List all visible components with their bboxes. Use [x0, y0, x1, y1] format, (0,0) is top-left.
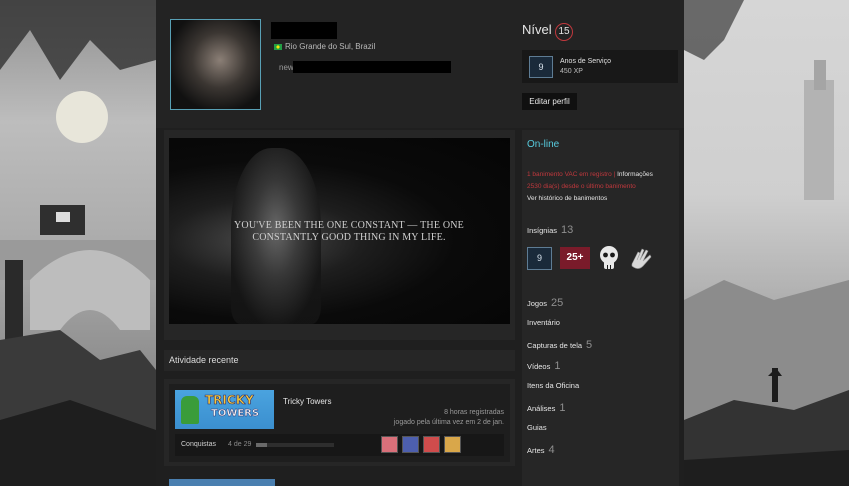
artwork-showcase: YOU'VE BEEN THE ONE CONSTANT — THE ONE C… [164, 130, 515, 340]
recent-activity: TRICKY TOWERS Tricky Towers 8 horas regi… [164, 379, 515, 466]
level-badge[interactable]: 15 [555, 23, 573, 41]
days-since-ban: 2530 dia(s) desde o último banimento [527, 183, 636, 190]
edit-profile-button[interactable]: Editar perfil [522, 93, 577, 110]
stat-link[interactable]: Capturas de tela 5 [527, 339, 592, 351]
vac-ban-text: 1 banimento VAC em registro | [527, 171, 618, 178]
stat-label: Capturas de tela [527, 341, 583, 350]
showcase-artwork[interactable]: YOU'VE BEEN THE ONE CONSTANT — THE ONE C… [169, 138, 510, 324]
stat-label: Inventário [527, 318, 560, 327]
badge-xp: 450 XP [560, 68, 583, 75]
achievements-progress-bar [256, 443, 334, 447]
stat-count: 25 [551, 297, 564, 309]
recent-activity-header: Atividade recente [164, 350, 515, 371]
stat-count: 1 [559, 402, 566, 414]
tricky-towers-logo[interactable]: TRICKY TOWERS [175, 390, 274, 429]
stat-link[interactable]: Itens da Oficina [527, 381, 579, 390]
25-plus-badge-icon[interactable]: 25+ [560, 247, 590, 269]
redacted-username [271, 22, 337, 39]
game-card: TRICKY TOWERS Tricky Towers 8 horas regi… [169, 384, 510, 462]
pixel-landscape-right [684, 0, 849, 486]
game-title[interactable]: Tricky Towers [283, 397, 331, 406]
achievements-count: 4 de 29 [228, 441, 252, 448]
hours-on-record: 8 horas registradas [444, 409, 504, 416]
stat-label: Artes [527, 446, 545, 455]
years-of-service-icon: 9 [529, 56, 553, 78]
achievement-icons [381, 436, 461, 453]
stat-link[interactable]: Jogos 25 [527, 297, 563, 309]
stat-label: Análises [527, 404, 556, 413]
skull-badge-icon[interactable] [598, 245, 620, 271]
stat-link[interactable]: Inventário [527, 318, 560, 327]
logo-line1: TRICKY [205, 393, 254, 408]
profile-page: Rio Grande do Sul, Brazil new Nível 15 9… [156, 0, 684, 486]
right-column: On-line 1 banimento VAC em registro | In… [522, 130, 679, 486]
online-status: On-line [527, 139, 560, 150]
badges-count: 13 [561, 224, 574, 236]
level-label: Nível [522, 22, 552, 37]
stat-link[interactable]: Vídeos 1 [527, 360, 560, 372]
badge-title: Anos de Serviço [560, 58, 611, 65]
location-text: Rio Grande do Sul, Brazil [285, 42, 376, 51]
achievement-icon[interactable] [402, 436, 419, 453]
location: Rio Grande do Sul, Brazil [274, 42, 376, 51]
stat-link[interactable]: Análises 1 [527, 402, 565, 414]
vac-info-link[interactable]: Informações [617, 171, 653, 178]
stat-link[interactable]: Guias [527, 423, 547, 432]
ban-history-link[interactable]: Ver histórico de banimentos [527, 195, 607, 202]
achievements-progress-fill [256, 443, 267, 447]
vac-ban-line: 1 banimento VAC em registro | Informaçõe… [527, 171, 653, 178]
background-right [684, 0, 849, 486]
artwork-quote: YOU'VE BEEN THE ONE CONSTANT — THE ONE C… [234, 220, 464, 243]
achievement-icon[interactable] [423, 436, 440, 453]
featured-badge[interactable]: 9 Anos de Serviço 450 XP [522, 50, 678, 83]
profile-header: Rio Grande do Sul, Brazil new Nível 15 9… [156, 0, 684, 128]
profile-summary-prefix: new [279, 63, 294, 72]
logo-line2: TOWERS [211, 408, 260, 419]
badges-link[interactable]: Insígnias 13 [527, 224, 573, 236]
last-played: jogado pela última vez em 2 de jan. [393, 419, 504, 426]
brazil-flag-icon [274, 43, 282, 50]
achievements-label[interactable]: Conquistas [181, 441, 216, 448]
achievement-icon[interactable] [381, 436, 398, 453]
stat-count: 4 [548, 444, 555, 456]
next-game-card[interactable] [169, 479, 275, 486]
stat-label: Vídeos [527, 362, 551, 371]
stat-label: Jogos [527, 299, 548, 308]
stat-link[interactable]: Artes 4 [527, 444, 555, 456]
badges-preview: 9 25+ [527, 244, 656, 272]
avatar[interactable] [170, 19, 261, 110]
redacted-summary [293, 61, 451, 73]
achievement-icon[interactable] [444, 436, 461, 453]
stat-label: Itens da Oficina [527, 381, 580, 390]
badges-label: Insígnias [527, 226, 558, 235]
wizard-character-icon [181, 396, 199, 424]
pixel-landscape-left [0, 0, 156, 486]
stat-label: Guias [527, 423, 547, 432]
years-of-service-badge-icon[interactable]: 9 [527, 246, 552, 270]
background-left [0, 0, 156, 486]
hand-badge-icon[interactable] [628, 244, 656, 272]
stat-count: 5 [586, 339, 593, 351]
stat-count: 1 [554, 360, 561, 372]
achievements-row: Conquistas 4 de 29 [175, 434, 504, 456]
